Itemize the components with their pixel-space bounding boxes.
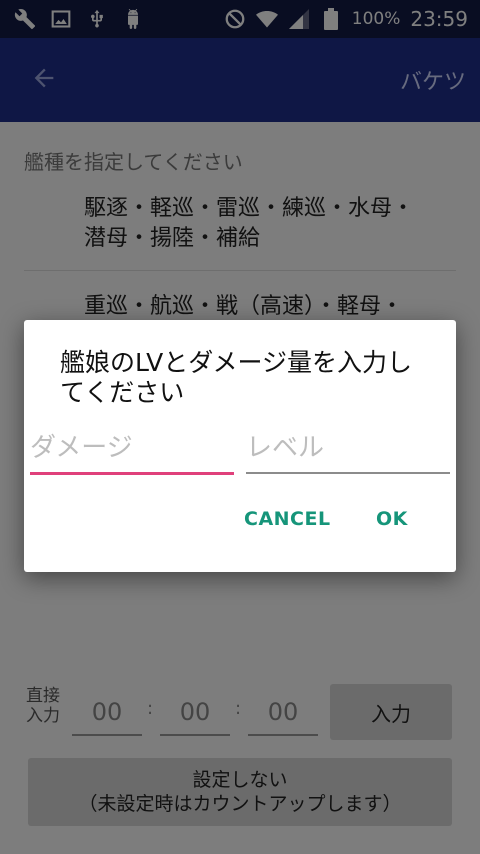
damage-input[interactable]: ダメージ [30, 424, 234, 475]
level-input[interactable]: レベル [246, 424, 450, 474]
cancel-button[interactable]: CANCEL [244, 508, 331, 530]
ok-button[interactable]: OK [376, 508, 408, 530]
dialog-title: 艦娘のLVとダメージ量を入力してください [60, 348, 413, 407]
damage-level-dialog: 艦娘のLVとダメージ量を入力してください ダメージ レベル CANCEL OK [24, 320, 456, 572]
